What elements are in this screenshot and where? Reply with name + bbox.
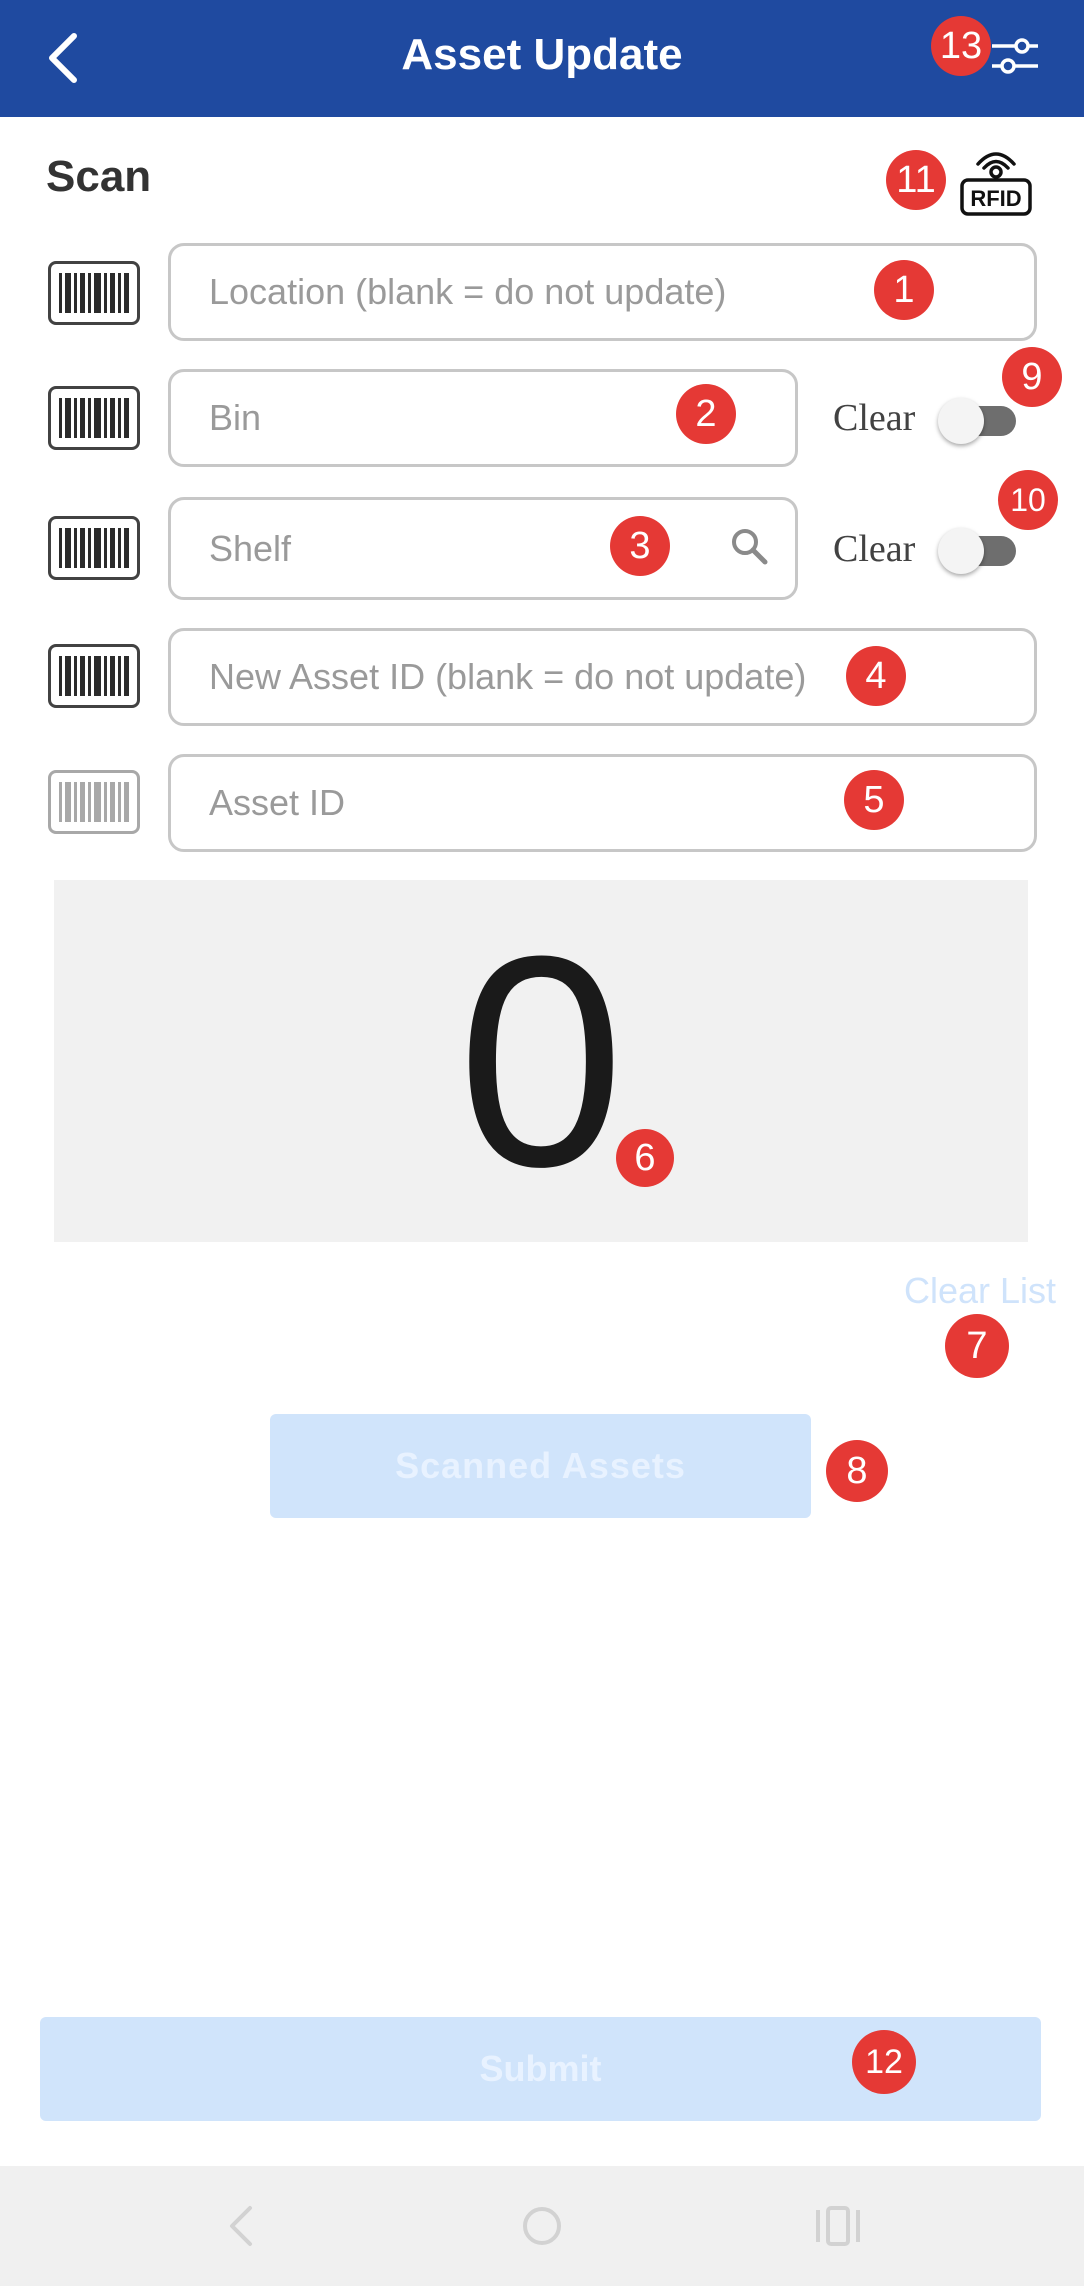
barcode-icon bbox=[59, 398, 129, 438]
barcode-icon bbox=[59, 273, 129, 313]
shelf-clear-label: Clear bbox=[833, 528, 916, 570]
annotation-badge: 2 bbox=[676, 384, 736, 444]
annotation-badge: 10 bbox=[998, 470, 1058, 530]
bin-clear-toggle[interactable] bbox=[938, 392, 1020, 448]
clear-list-link[interactable]: Clear List bbox=[904, 1270, 1056, 1312]
annotation-badge: 8 bbox=[826, 1440, 888, 1502]
annotation-badge: 6 bbox=[616, 1129, 674, 1187]
system-nav-bar bbox=[0, 2166, 1084, 2286]
annotation-badge: 4 bbox=[846, 646, 906, 706]
sliders-icon[interactable] bbox=[990, 34, 1040, 78]
barcode-scan-button[interactable] bbox=[48, 644, 140, 708]
new-asset-id-placeholder: New Asset ID (blank = do not update) bbox=[209, 656, 807, 697]
scanned-assets-button[interactable]: Scanned Assets bbox=[270, 1414, 811, 1518]
shelf-field[interactable]: Shelf bbox=[168, 497, 798, 600]
barcode-scan-button[interactable] bbox=[48, 770, 140, 834]
asset-id-placeholder: Asset ID bbox=[209, 782, 346, 823]
shelf-placeholder: Shelf bbox=[209, 528, 292, 569]
nav-recents-icon[interactable] bbox=[806, 2194, 870, 2258]
annotation-badge: 7 bbox=[945, 1314, 1009, 1378]
annotation-badge: 11 bbox=[886, 150, 946, 210]
rfid-label: RFID bbox=[970, 186, 1021, 211]
asset-id-field[interactable]: Asset ID bbox=[168, 754, 1037, 852]
new-asset-id-field[interactable]: New Asset ID (blank = do not update) bbox=[168, 628, 1037, 726]
barcode-scan-button[interactable] bbox=[48, 261, 140, 325]
barcode-scan-button[interactable] bbox=[48, 516, 140, 580]
scan-count: 0 bbox=[457, 893, 625, 1229]
annotation-badge: 9 bbox=[1002, 347, 1062, 407]
search-icon[interactable] bbox=[729, 526, 769, 566]
toggle-thumb bbox=[938, 398, 984, 444]
nav-home-icon[interactable] bbox=[510, 2194, 574, 2258]
annotation-badge: 5 bbox=[844, 770, 904, 830]
app-bar: Asset Update 13 bbox=[0, 0, 1084, 117]
scan-count-panel: 0 bbox=[54, 880, 1028, 1242]
rfid-icon[interactable]: RFID bbox=[958, 142, 1034, 218]
barcode-icon bbox=[59, 528, 129, 568]
annotation-badge: 1 bbox=[874, 260, 934, 320]
annotation-badge: 12 bbox=[852, 2030, 916, 2094]
annotation-badge: 13 bbox=[931, 16, 991, 76]
bin-clear-label: Clear bbox=[833, 397, 916, 439]
scan-section-title: Scan bbox=[46, 152, 152, 201]
toggle-thumb bbox=[938, 528, 984, 574]
nav-back-icon[interactable] bbox=[210, 2194, 274, 2258]
location-placeholder: Location (blank = do not update) bbox=[209, 271, 727, 312]
barcode-icon bbox=[59, 656, 129, 696]
barcode-icon bbox=[59, 782, 129, 822]
barcode-scan-button[interactable] bbox=[48, 386, 140, 450]
bin-placeholder: Bin bbox=[209, 397, 262, 438]
shelf-clear-toggle[interactable] bbox=[938, 522, 1020, 578]
page-title: Asset Update bbox=[401, 30, 683, 79]
annotation-badge: 3 bbox=[610, 516, 670, 576]
